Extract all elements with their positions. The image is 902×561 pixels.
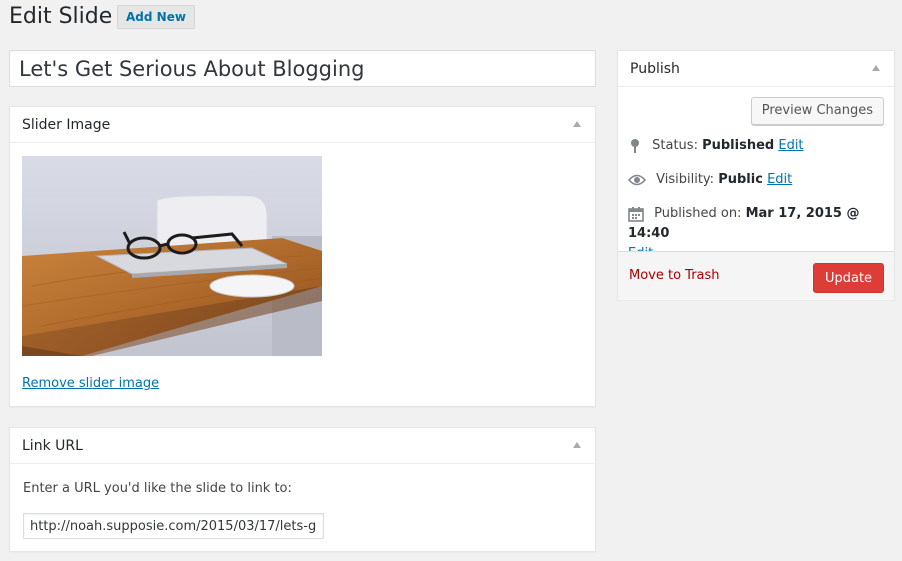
visibility-label: Visibility: bbox=[656, 172, 715, 187]
status-edit-link[interactable]: Edit bbox=[778, 138, 803, 153]
slider-image-header[interactable]: Slider Image bbox=[10, 107, 595, 143]
page-title: Edit Slide bbox=[9, 4, 113, 29]
update-button[interactable]: Update bbox=[813, 263, 884, 293]
remove-slider-image-link[interactable]: Remove slider image bbox=[22, 376, 159, 391]
triangle-up-icon[interactable] bbox=[573, 121, 581, 127]
link-url-input[interactable] bbox=[23, 513, 324, 539]
link-url-header[interactable]: Link URL bbox=[10, 428, 595, 464]
visibility-row: Visibility: Public Edit bbox=[628, 170, 792, 190]
slider-image-title: Slider Image bbox=[22, 117, 111, 133]
move-to-trash-link[interactable]: Move to Trash bbox=[629, 268, 720, 283]
pin-icon bbox=[631, 138, 639, 153]
calendar-icon bbox=[628, 206, 644, 222]
slider-image-box: Slider Image Remove slider image bbox=[9, 106, 596, 407]
triangle-up-icon[interactable] bbox=[573, 442, 581, 448]
add-new-button[interactable]: Add New bbox=[117, 5, 195, 29]
publish-box: Publish Preview Changes Status: Publishe… bbox=[617, 50, 895, 300]
publish-actions: Move to Trash Update bbox=[618, 251, 894, 300]
preview-changes-button[interactable]: Preview Changes bbox=[750, 97, 884, 125]
publish-header[interactable]: Publish bbox=[618, 51, 894, 87]
visibility-value: Public bbox=[718, 172, 763, 187]
slider-image[interactable] bbox=[22, 156, 322, 356]
visibility-edit-link[interactable]: Edit bbox=[767, 172, 792, 187]
published-on-label: Published on: bbox=[654, 206, 742, 221]
triangle-up-icon[interactable] bbox=[872, 65, 880, 71]
link-url-label: Enter a URL you'd like the slide to link… bbox=[23, 481, 292, 496]
link-url-title: Link URL bbox=[22, 438, 83, 454]
link-url-box: Link URL Enter a URL you'd like the slid… bbox=[9, 427, 596, 552]
post-title-input[interactable] bbox=[9, 50, 596, 87]
publish-title: Publish bbox=[630, 61, 680, 77]
status-row: Status: Published Edit bbox=[628, 136, 804, 156]
status-label: Status: bbox=[652, 138, 698, 153]
eye-icon bbox=[628, 174, 646, 185]
status-value: Published bbox=[702, 138, 775, 153]
